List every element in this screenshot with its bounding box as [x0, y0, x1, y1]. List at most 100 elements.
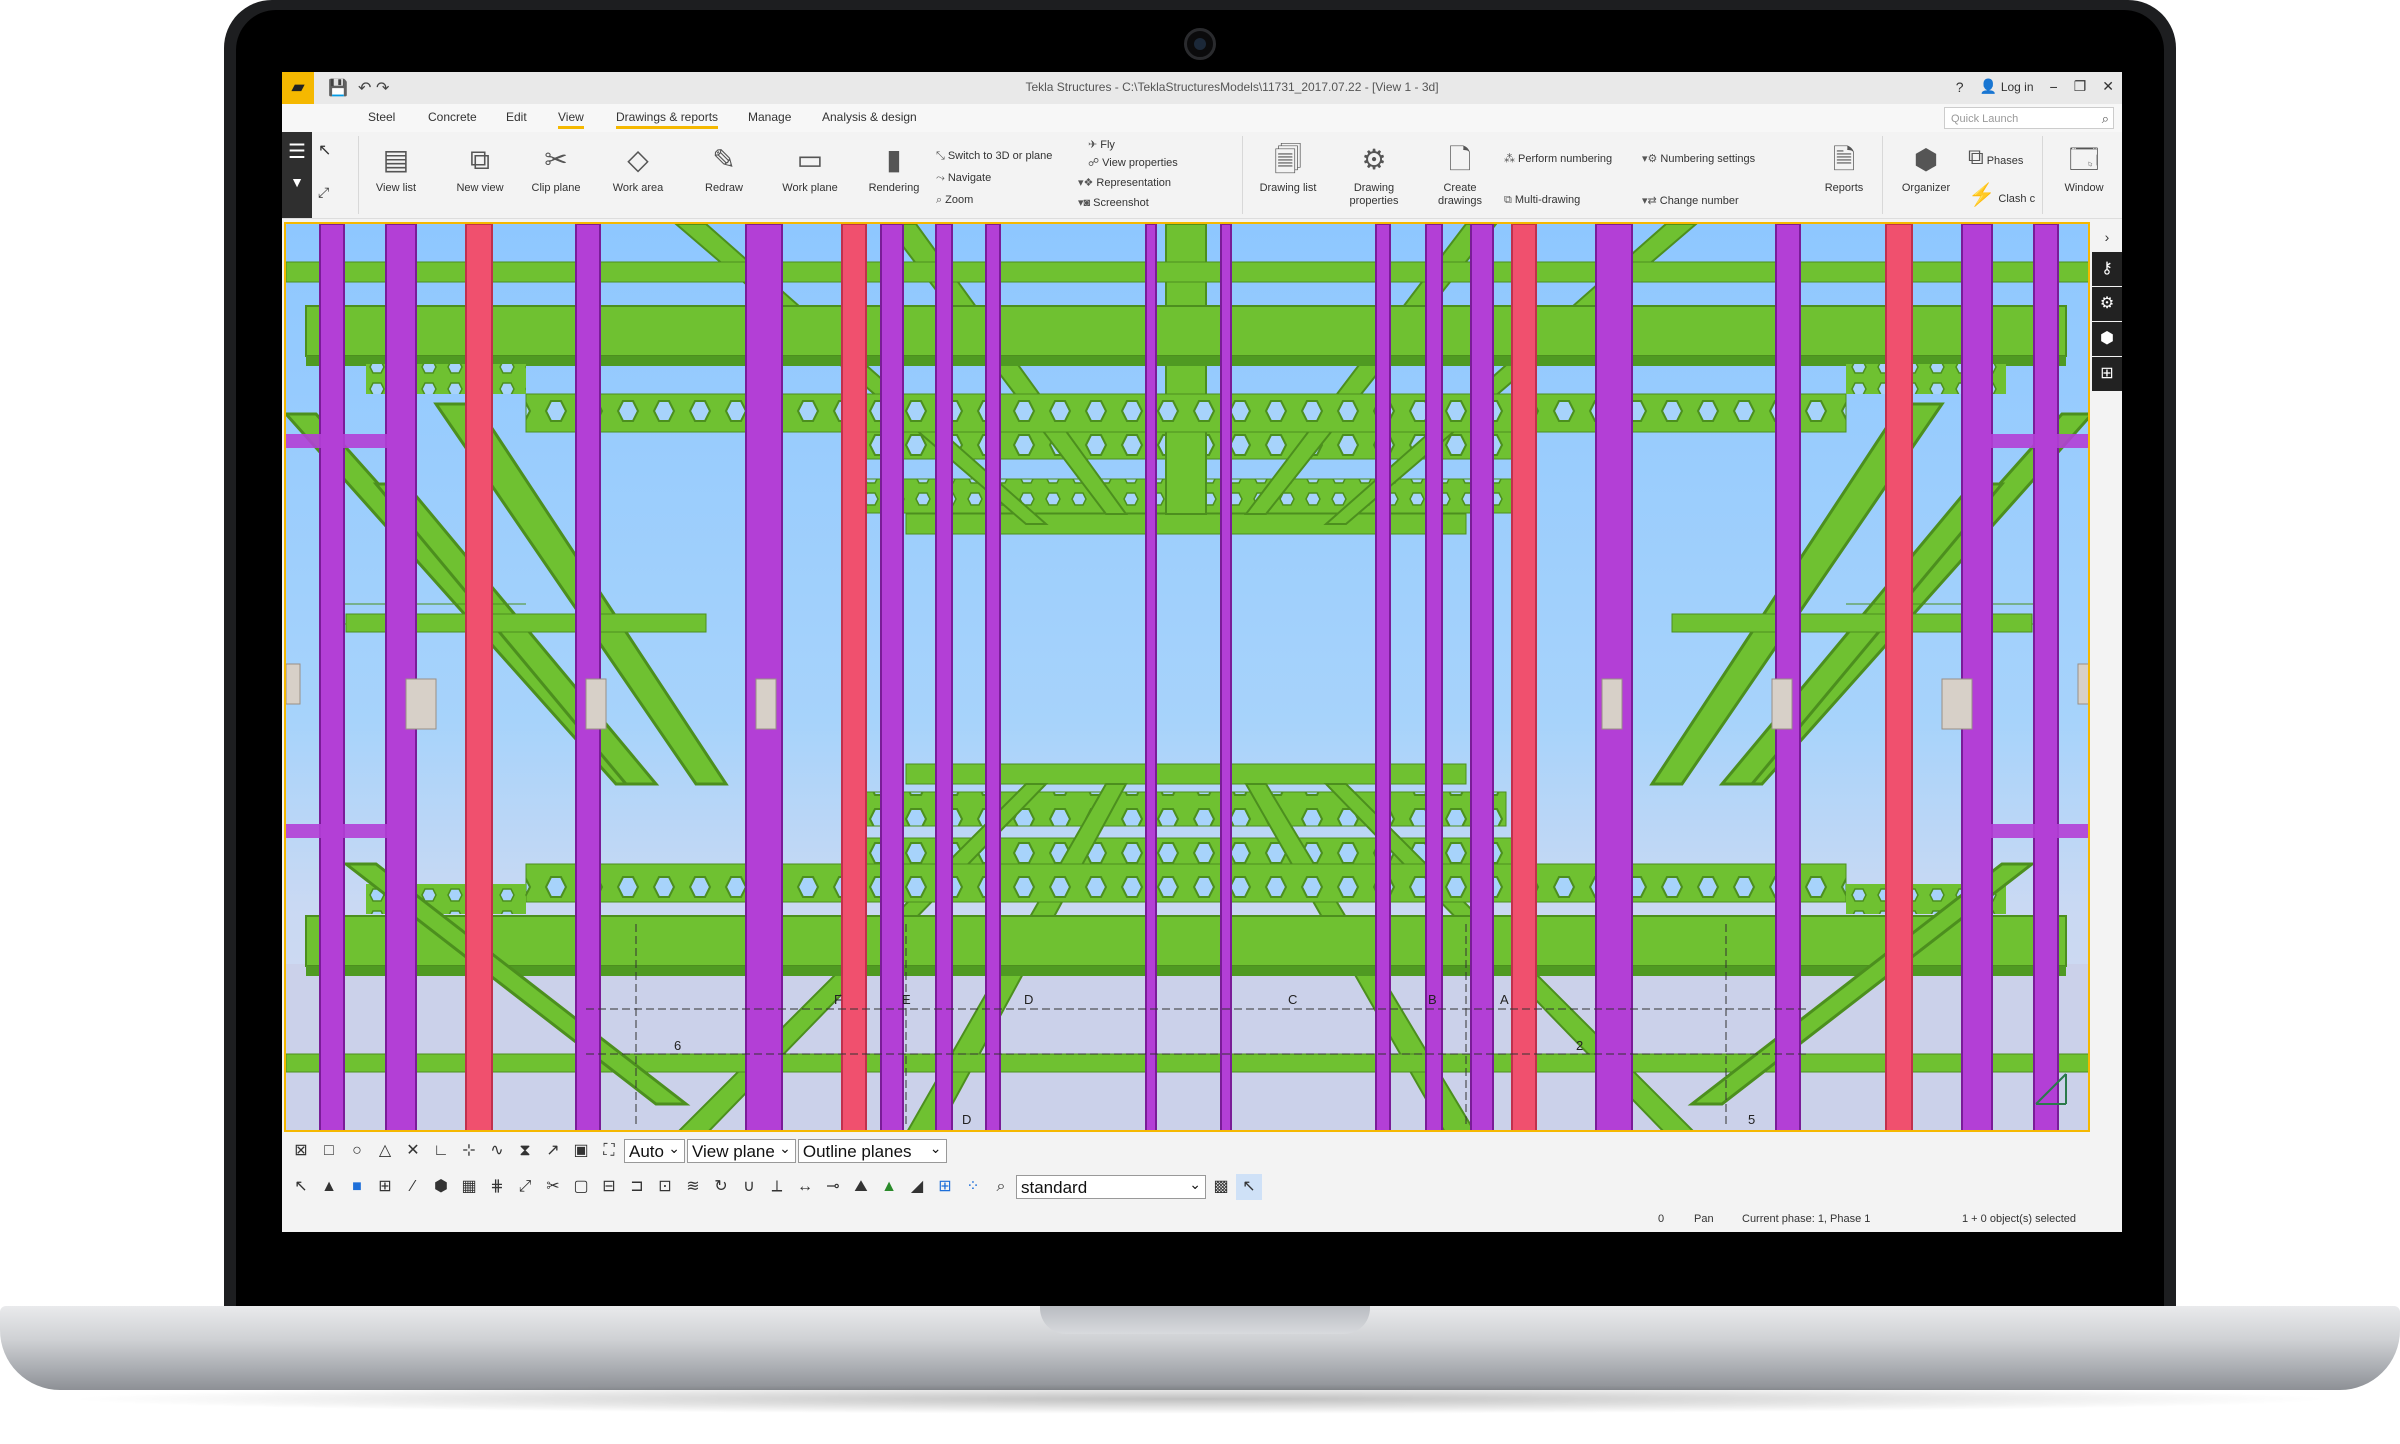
triangle-icon[interactable]: △ — [372, 1138, 398, 1164]
node-icon[interactable]: ⊸ — [820, 1174, 846, 1200]
screenshot-button[interactable]: ▾◙ Screenshot — [1078, 196, 1149, 209]
cross-icon[interactable]: ✕ — [400, 1138, 426, 1164]
help-icon[interactable]: ? — [1956, 79, 1964, 95]
u-shape-icon[interactable]: ∪ — [736, 1174, 762, 1200]
restore-button[interactable]: ❐ — [2074, 78, 2087, 95]
catalog-panel-icon[interactable]: ⬢ — [2092, 322, 2122, 356]
fly-button[interactable]: ✈ Fly — [1088, 138, 1115, 151]
link-icon[interactable]: ⟂ — [764, 1174, 790, 1200]
plate-icon[interactable]: ⊡ — [652, 1174, 678, 1200]
create-drawings-button[interactable]: 🗋 Create drawings — [1422, 138, 1498, 214]
new-view-button[interactable]: ⧉ New view — [442, 138, 518, 214]
representation-button[interactable]: ▾❖ Representation — [1078, 176, 1171, 189]
zoom-button[interactable]: ⌕ Zoom — [936, 194, 973, 207]
cone-icon[interactable]: ▲ — [316, 1174, 342, 1200]
rendering-button[interactable]: ▮ Rendering — [856, 138, 932, 214]
status-phase[interactable]: Current phase: 1, Phase 1 — [1742, 1213, 1870, 1225]
zoom-fit-icon[interactable]: ⌕ — [988, 1174, 1014, 1200]
minimize-button[interactable]: − — [2050, 79, 2058, 95]
side-menu-button[interactable]: ☰ ▼ — [282, 132, 312, 218]
tab-concrete[interactable]: Concrete — [428, 110, 477, 124]
tab-steel[interactable]: Steel — [368, 110, 395, 124]
select-all-icon[interactable]: ⊠ — [288, 1138, 314, 1164]
snap-x-icon[interactable]: ⊹ — [456, 1138, 482, 1164]
layers-icon[interactable]: ≋ — [680, 1174, 706, 1200]
login-button[interactable]: 👤 Log in — [1979, 78, 2033, 95]
view-plane-select[interactable]: View plane — [686, 1136, 796, 1163]
switch-3d-button[interactable]: ⤡ Switch to 3D or plane — [936, 150, 1052, 163]
view-properties-label: View properties — [1102, 157, 1178, 169]
navigate-button[interactable]: ⤳ Navigate — [936, 172, 991, 185]
rotate-icon[interactable]: ↻ — [708, 1174, 734, 1200]
perform-numbering-button[interactable]: ⁂ Perform numbering — [1504, 152, 1612, 165]
cursor-icon[interactable]: ↖ — [288, 1174, 314, 1200]
clash-check-button[interactable]: ⚡ Clash c — [1968, 182, 2035, 208]
grid-icon[interactable]: ⊞ — [372, 1174, 398, 1200]
frame-small-icon[interactable]: ▢ — [568, 1174, 594, 1200]
clip-plane-button[interactable]: ✂ Clip plane — [518, 138, 594, 214]
reports-button[interactable]: 🗎 Reports — [1806, 138, 1882, 214]
circle-icon[interactable]: ○ — [344, 1138, 370, 1164]
snap-icon[interactable]: ⤢ — [318, 184, 329, 201]
select-arrow-icon[interactable]: ↖ — [318, 140, 331, 160]
redo-icon[interactable]: ↷ — [376, 78, 389, 98]
curve-icon[interactable]: ∿ — [484, 1138, 510, 1164]
3d-model-view[interactable]: F E D C B A D 5 6 2 — [284, 222, 2090, 1132]
standard-select[interactable]: standard — [1016, 1172, 1206, 1199]
window-button[interactable]: 🗔 Window — [2046, 138, 2122, 214]
blue-grid-icon[interactable]: ⊞ — [932, 1174, 958, 1200]
view-list-button[interactable]: ▤ View list — [358, 138, 434, 214]
tab-manage[interactable]: Manage — [748, 110, 791, 124]
rect-select-icon[interactable]: □ — [316, 1138, 342, 1164]
beam-icon[interactable]: ⊐ — [624, 1174, 650, 1200]
properties-panel-icon[interactable]: ⚷ — [2092, 252, 2122, 286]
plane-mode-select[interactable]: Auto — [624, 1136, 685, 1163]
tab-edit[interactable]: Edit — [506, 110, 527, 124]
mountain-icon[interactable]: ⛰ — [848, 1174, 874, 1200]
drawing-properties-button[interactable]: ⚙ Drawing properties — [1336, 138, 1412, 214]
work-plane-button[interactable]: ▭ Work plane — [772, 138, 848, 214]
webcam — [1184, 28, 1216, 60]
tab-analysis-design[interactable]: Analysis & design — [822, 110, 917, 124]
grid-dots-icon[interactable]: ⋕ — [484, 1174, 510, 1200]
arrow-diag-icon[interactable]: ↗ — [540, 1138, 566, 1164]
work-area-icon: ◇ — [627, 144, 649, 175]
scissors-small-icon[interactable]: ✂ — [540, 1174, 566, 1200]
fill-square-icon[interactable]: ▣ — [568, 1138, 594, 1164]
save-icon[interactable]: 💾 — [328, 78, 348, 98]
numbering-settings-button[interactable]: ▾⚙ Numbering settings — [1642, 152, 1755, 165]
close-button[interactable]: ✕ — [2102, 78, 2114, 95]
redraw-button[interactable]: ✎ Redraw — [686, 138, 762, 214]
drawing-list-button[interactable]: 🗐 Drawing list — [1250, 138, 1326, 214]
view-properties-button[interactable]: ☍ View properties — [1088, 156, 1178, 169]
snap-point-icon[interactable]: ⤢ — [512, 1174, 538, 1200]
outline-planes-select[interactable]: Outline planes — [797, 1136, 947, 1163]
checker-icon[interactable]: ▩ — [1208, 1174, 1234, 1200]
settings-panel-icon[interactable]: ⚙ — [2092, 287, 2122, 321]
connect-icon[interactable]: ↔ — [792, 1174, 818, 1200]
organizer-button[interactable]: ⬢ Organizer — [1888, 138, 1964, 214]
line-icon[interactable]: ∕ — [400, 1174, 426, 1200]
applications-panel-icon[interactable]: ⊞ — [2092, 357, 2122, 391]
hourglass-icon[interactable]: ⧗ — [512, 1138, 538, 1164]
change-number-button[interactable]: ▾⇄ Change number — [1642, 194, 1739, 207]
green-tree-icon[interactable]: ▲ — [876, 1174, 902, 1200]
phases-button[interactable]: ⧉ Phases — [1968, 144, 2023, 170]
marker-icon[interactable]: ◢ — [904, 1174, 930, 1200]
blue-dots-icon[interactable]: ⁘ — [960, 1174, 986, 1200]
tab-drawings-reports[interactable]: Drawings & reports — [616, 110, 719, 129]
cube-icon[interactable]: ⬢ — [428, 1174, 454, 1200]
work-area-button[interactable]: ◇ Work area — [600, 138, 676, 214]
frame-icon[interactable]: ⛶ — [596, 1138, 622, 1164]
align-icon[interactable]: ⊟ — [596, 1174, 622, 1200]
multi-drawing-button[interactable]: ⧉ Multi-drawing — [1504, 194, 1580, 207]
undo-icon[interactable]: ↶ — [358, 78, 371, 98]
expand-panel-icon[interactable]: › — [2092, 222, 2122, 252]
quick-launch-search[interactable]: Quick Launch ⌕ — [1944, 107, 2114, 129]
square-blue-icon[interactable]: ■ — [344, 1174, 370, 1200]
tekla-logo-icon[interactable]: ▰ — [282, 72, 314, 104]
tab-view[interactable]: View — [558, 110, 584, 129]
hatch-icon[interactable]: ▦ — [456, 1174, 482, 1200]
pick-cursor-icon[interactable]: ↖ — [1236, 1174, 1262, 1200]
angle-icon[interactable]: ∟ — [428, 1138, 454, 1164]
